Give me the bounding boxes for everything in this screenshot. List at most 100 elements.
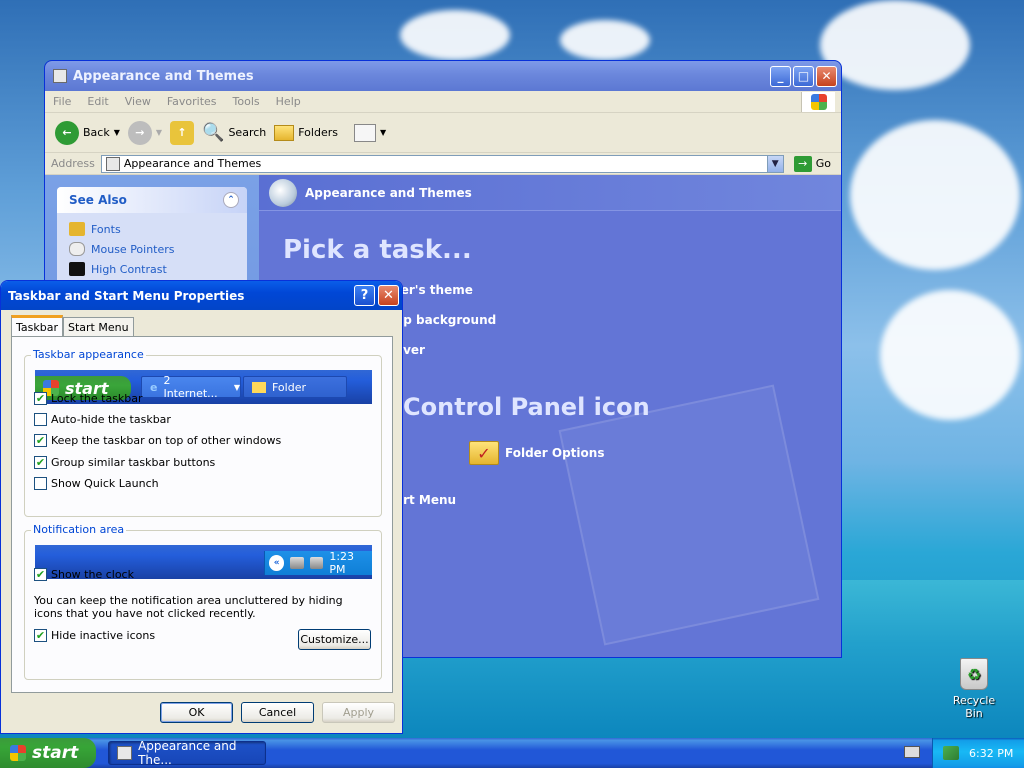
address-input[interactable]: Appearance and Themes ▼	[100, 154, 784, 173]
notification-description: You can keep the notification area unclu…	[34, 594, 343, 620]
folder-options-icon: ✓	[469, 441, 499, 465]
quick-launch-checkbox[interactable]: Show Quick Launch	[34, 477, 159, 490]
taskbar-button-appearance-themes[interactable]: Appearance and The...	[108, 739, 266, 767]
forward-button[interactable]: → ▼	[127, 120, 162, 145]
network-icon[interactable]	[943, 746, 959, 760]
task-desktop-background[interactable]: op background	[395, 313, 496, 327]
category-title: Appearance and Themes	[305, 185, 472, 200]
close-button[interactable]: ✕	[816, 65, 837, 87]
menu-view[interactable]: View	[125, 95, 151, 108]
menu-bar: File Edit View Favorites Tools Help	[45, 91, 841, 113]
category-header: Appearance and Themes	[259, 175, 841, 211]
address-page-icon	[105, 156, 120, 171]
cloud	[850, 120, 1020, 270]
lock-taskbar-checkbox[interactable]: ✔ Lock the taskbar	[34, 392, 143, 405]
start-label: start	[32, 743, 79, 763]
dialog-titlebar[interactable]: Taskbar and Start Menu Properties ? ✕	[1, 281, 402, 310]
checkbox-unchecked[interactable]	[34, 413, 47, 426]
menu-favorites[interactable]: Favorites	[167, 95, 217, 108]
keep-on-top-checkbox[interactable]: ✔ Keep the taskbar on top of other windo…	[34, 434, 281, 447]
toolbar: ← Back ▼ → ▼ ↑ 🔍 Search Folders ▼	[45, 113, 841, 153]
fonts-folder-icon	[69, 222, 85, 236]
task-start-menu[interactable]: art Menu	[395, 493, 456, 507]
hide-inactive-label: Hide inactive icons	[51, 629, 156, 642]
show-clock-checkbox[interactable]: ✔ Show the clock	[34, 568, 134, 581]
checkbox-checked[interactable]: ✔	[34, 629, 47, 642]
checkbox-checked[interactable]: ✔	[34, 456, 47, 469]
windows-logo-icon	[801, 92, 835, 112]
see-also-header[interactable]: See Also ⌃	[57, 187, 247, 213]
pick-task-heading: Pick a task...	[283, 235, 472, 265]
auto-hide-label: Auto-hide the taskbar	[51, 413, 171, 426]
forward-dropdown-icon[interactable]: ▼	[156, 128, 162, 137]
recycle-bin[interactable]: ♻ Recycle Bin	[944, 658, 1004, 720]
ie-icon: e	[150, 380, 158, 394]
collapse-chevron-icon[interactable]: ⌃	[223, 192, 239, 208]
notification-area-label: Notification area	[31, 523, 127, 536]
explorer-title: Appearance and Themes	[73, 68, 254, 84]
auto-hide-checkbox[interactable]: Auto-hide the taskbar	[34, 413, 171, 426]
search-button[interactable]: 🔍 Search	[202, 122, 266, 143]
quick-launch-label: Show Quick Launch	[51, 477, 159, 490]
back-button[interactable]: ← Back ▼	[55, 120, 120, 145]
maximize-button[interactable]: □	[793, 65, 814, 87]
views-button[interactable]: ▼	[353, 123, 387, 142]
recycle-bin-icon: ♻	[960, 658, 988, 690]
tab-start-menu[interactable]: Start Menu	[63, 317, 134, 337]
recycle-bin-label: Recycle Bin	[952, 694, 996, 720]
lock-taskbar-label: Lock the taskbar	[51, 392, 143, 405]
taskbar-tab-panel: Taskbar appearance start e 2 Internet...…	[11, 336, 393, 693]
menu-file[interactable]: File	[53, 95, 71, 108]
up-folder-icon: ↑	[170, 120, 195, 145]
back-arrow-icon: ←	[55, 120, 79, 145]
folders-button[interactable]: Folders	[274, 124, 338, 141]
checkbox-checked[interactable]: ✔	[34, 392, 47, 405]
preview-dropdown-icon: ▼	[233, 382, 240, 392]
menu-help[interactable]: Help	[276, 95, 301, 108]
tab-taskbar[interactable]: Taskbar	[11, 315, 63, 337]
checkbox-checked[interactable]: ✔	[34, 568, 47, 581]
menu-tools[interactable]: Tools	[233, 95, 260, 108]
address-dropdown-icon[interactable]: ▼	[766, 155, 783, 172]
minimize-button[interactable]: _	[770, 65, 791, 87]
address-bar: Address Appearance and Themes ▼ → Go	[45, 153, 841, 175]
control-panel-icon	[53, 69, 67, 83]
see-also-fonts-label: Fonts	[91, 222, 121, 236]
see-also-mouse-pointers[interactable]: Mouse Pointers	[57, 239, 247, 259]
back-dropdown-icon[interactable]: ▼	[114, 128, 120, 137]
dialog-close-button[interactable]: ✕	[378, 285, 399, 306]
views-dropdown-icon: ▼	[379, 128, 387, 137]
up-button[interactable]: ↑	[170, 120, 195, 145]
explorer-titlebar[interactable]: Appearance and Themes _ □ ✕	[45, 61, 841, 91]
cloud	[880, 290, 1020, 420]
folder-options-link[interactable]: ✓ Folder Options	[469, 441, 604, 465]
customize-button[interactable]: Customize...	[298, 629, 371, 650]
watermark-checkmark-icon	[558, 384, 820, 646]
checkbox-checked[interactable]: ✔	[34, 434, 47, 447]
start-button[interactable]: start	[0, 738, 96, 768]
see-also-fonts[interactable]: Fonts	[57, 219, 247, 239]
task-change-theme[interactable]: ter's theme	[395, 283, 473, 297]
windows-flag-icon	[10, 745, 26, 761]
ok-button[interactable]: OK	[160, 702, 233, 723]
checkbox-unchecked[interactable]	[34, 477, 47, 490]
group-buttons-checkbox[interactable]: ✔ Group similar taskbar buttons	[34, 456, 215, 469]
go-button[interactable]: → Go	[788, 155, 841, 172]
taskbar: start Appearance and The... 6:32 PM	[0, 738, 1024, 768]
cloud	[560, 20, 650, 60]
preview-task-internet: e 2 Internet... ▼	[141, 374, 241, 400]
preview-time: 1:23 PM	[329, 550, 355, 576]
folder-options-label: Folder Options	[505, 446, 605, 460]
see-also-high-contrast[interactable]: High Contrast	[57, 259, 247, 279]
tray-volume-icon	[309, 557, 324, 569]
cancel-button[interactable]: Cancel	[241, 702, 314, 723]
address-value: Appearance and Themes	[123, 157, 262, 170]
help-button[interactable]: ?	[354, 285, 375, 306]
hide-inactive-checkbox[interactable]: ✔ Hide inactive icons	[34, 629, 155, 642]
clock[interactable]: 6:32 PM	[969, 747, 1013, 760]
keyboard-language-icon[interactable]	[904, 746, 920, 758]
apply-button[interactable]: Apply	[322, 702, 395, 723]
search-label: Search	[228, 126, 267, 139]
menu-edit[interactable]: Edit	[87, 95, 108, 108]
see-also-mouse-label: Mouse Pointers	[91, 242, 175, 256]
